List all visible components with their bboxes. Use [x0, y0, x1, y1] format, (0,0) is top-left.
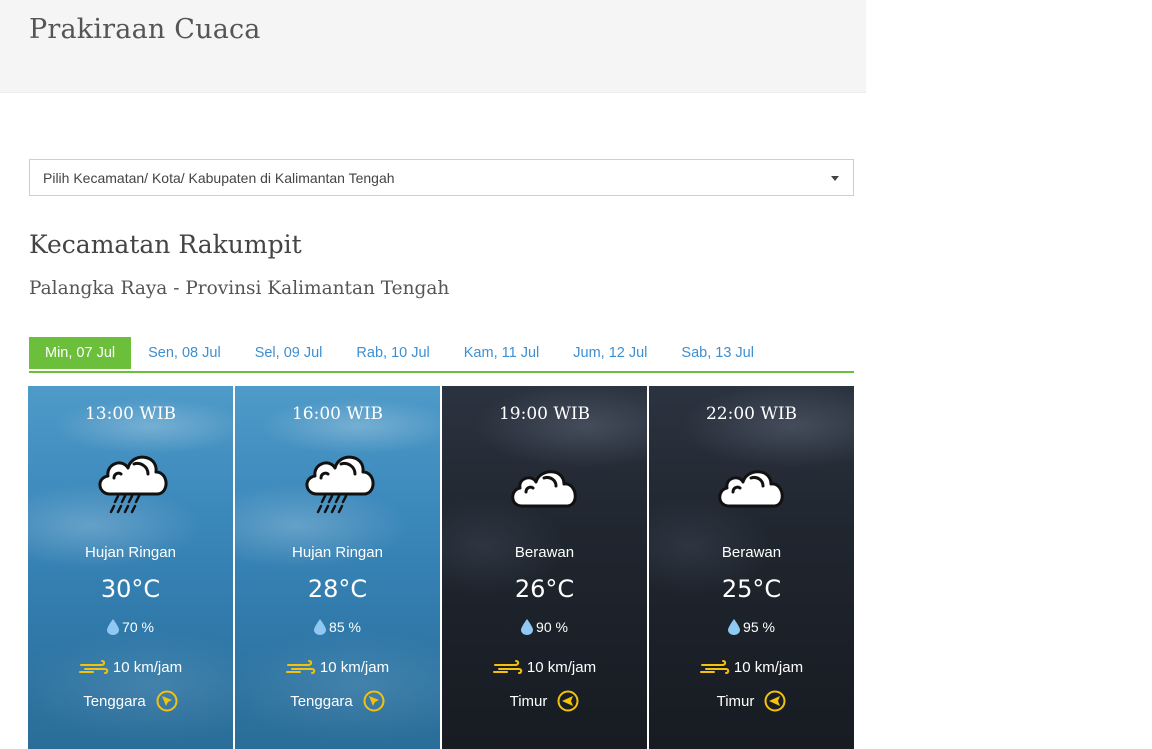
- forecast-time: 16:00 WIB: [291, 404, 384, 424]
- compass-east-icon: [764, 690, 786, 712]
- humidity-value: 90 %: [536, 619, 568, 635]
- forecast-temperature: 30°C: [100, 575, 161, 603]
- forecast-time: 22:00 WIB: [705, 404, 798, 424]
- region-name: Palangka Raya - Provinsi Kalimantan Teng…: [29, 278, 450, 299]
- forecast-card: 13:00 WIB Hujan Ringan 30°C 70 % 10 km/j…: [28, 386, 233, 749]
- tab-day-6[interactable]: Jum, 12 Jul: [556, 337, 664, 369]
- forecast-wind: 10 km/jam: [28, 659, 233, 676]
- day-tabs: Min, 07 Jul Sen, 08 Jul Sel, 09 Jul Rab,…: [29, 337, 854, 373]
- forecast-time: 19:00 WIB: [498, 404, 591, 424]
- tab-day-2[interactable]: Sen, 08 Jul: [131, 337, 238, 369]
- forecast-wind-direction: Timur: [649, 690, 854, 712]
- location-select-value: Pilih Kecamatan/ Kota/ Kabupaten di Kali…: [43, 170, 395, 186]
- tab-day-7[interactable]: Sab, 13 Jul: [664, 337, 771, 369]
- forecast-cards: 13:00 WIB Hujan Ringan 30°C 70 % 10 km/j…: [28, 386, 854, 749]
- forecast-temperature: 28°C: [307, 575, 368, 603]
- forecast-wind-direction: Tenggara: [28, 690, 233, 712]
- forecast-time: 13:00 WIB: [84, 404, 177, 424]
- water-drop-icon: [107, 619, 120, 635]
- humidity-value: 95 %: [743, 619, 775, 635]
- district-name: Kecamatan Rakumpit: [29, 230, 302, 259]
- page-header: Prakiraan Cuaca: [0, 0, 866, 93]
- forecast-humidity: 85 %: [235, 619, 440, 635]
- tab-day-3[interactable]: Sel, 09 Jul: [238, 337, 340, 369]
- water-drop-icon: [521, 619, 534, 635]
- compass-east-icon: [557, 690, 579, 712]
- compass-southeast-icon: [363, 690, 385, 712]
- chevron-down-icon: [831, 176, 839, 181]
- light-rain-icon: [90, 446, 174, 520]
- forecast-humidity: 90 %: [442, 619, 647, 635]
- wind-icon: [492, 659, 523, 676]
- water-drop-icon: [314, 619, 327, 635]
- forecast-condition: Berawan: [721, 544, 782, 561]
- wind-speed: 10 km/jam: [733, 659, 804, 676]
- wind-speed: 10 km/jam: [112, 659, 183, 676]
- forecast-condition: Berawan: [514, 544, 575, 561]
- forecast-temperature: 26°C: [514, 575, 575, 603]
- water-drop-icon: [728, 619, 741, 635]
- forecast-condition: Hujan Ringan: [85, 544, 176, 561]
- forecast-wind: 10 km/jam: [442, 659, 647, 676]
- cloudy-icon: [711, 446, 795, 520]
- location-select[interactable]: Pilih Kecamatan/ Kota/ Kabupaten di Kali…: [29, 159, 854, 196]
- forecast-wind: 10 km/jam: [235, 659, 440, 676]
- tab-day-1[interactable]: Min, 07 Jul: [29, 337, 132, 369]
- tab-day-5[interactable]: Kam, 11 Jul: [447, 337, 557, 369]
- wind-direction-label: Tenggara: [290, 692, 353, 710]
- wind-speed: 10 km/jam: [526, 659, 597, 676]
- wind-direction-label: Timur: [716, 692, 755, 710]
- forecast-humidity: 95 %: [649, 619, 854, 635]
- forecast-card: 16:00 WIB Hujan Ringan 28°C 85 % 10 km/j…: [235, 386, 440, 749]
- wind-direction-label: Tenggara: [83, 692, 146, 710]
- compass-southeast-icon: [156, 690, 178, 712]
- page-title: Prakiraan Cuaca: [29, 14, 261, 45]
- wind-direction-label: Timur: [509, 692, 548, 710]
- wind-icon: [78, 659, 109, 676]
- wind-speed: 10 km/jam: [319, 659, 390, 676]
- light-rain-icon: [297, 446, 381, 520]
- forecast-card: 22:00 WIB Berawan 25°C 95 % 10 km/jam Ti…: [649, 386, 854, 749]
- wind-icon: [699, 659, 730, 676]
- humidity-value: 70 %: [122, 619, 154, 635]
- forecast-wind-direction: Timur: [442, 690, 647, 712]
- cloudy-icon: [504, 446, 588, 520]
- humidity-value: 85 %: [329, 619, 361, 635]
- forecast-condition: Hujan Ringan: [292, 544, 383, 561]
- forecast-humidity: 70 %: [28, 619, 233, 635]
- wind-icon: [285, 659, 316, 676]
- tab-day-4[interactable]: Rab, 10 Jul: [339, 337, 446, 369]
- forecast-card: 19:00 WIB Berawan 26°C 90 % 10 km/jam Ti…: [442, 386, 647, 749]
- forecast-wind: 10 km/jam: [649, 659, 854, 676]
- forecast-temperature: 25°C: [721, 575, 782, 603]
- forecast-wind-direction: Tenggara: [235, 690, 440, 712]
